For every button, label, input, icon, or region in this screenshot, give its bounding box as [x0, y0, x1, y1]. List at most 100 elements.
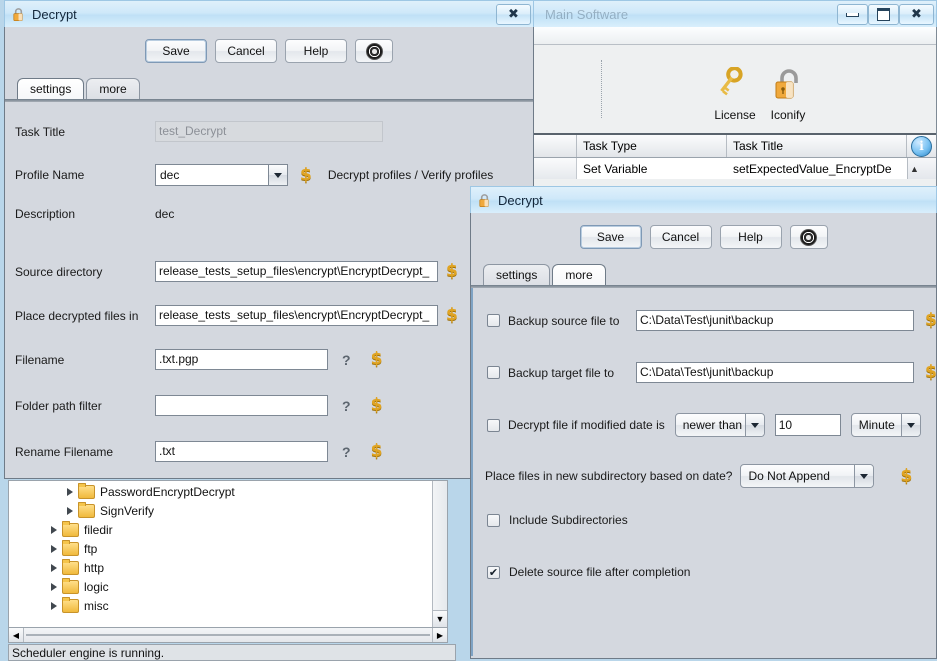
folder-icon: [62, 539, 79, 556]
close-button[interactable]: ✖: [496, 4, 531, 25]
minimize-icon: [846, 12, 859, 17]
save-button[interactable]: Save: [579, 225, 642, 249]
subdirectory-label: Place files in new subdirectory based on…: [485, 469, 733, 483]
task-table-info[interactable]: i: [907, 135, 936, 157]
modified-date-unit-select[interactable]: Minute: [850, 413, 921, 437]
field-profile-name: Profile Name dec $ Decrypt profiles / Ve…: [15, 164, 493, 186]
variable-icon[interactable]: $: [446, 263, 458, 280]
target-button[interactable]: [789, 225, 828, 249]
profile-name-select[interactable]: dec: [155, 164, 288, 186]
chevron-down-icon[interactable]: [744, 414, 764, 436]
variable-icon[interactable]: $: [900, 467, 912, 485]
toolbar-license-button[interactable]: License: [708, 66, 762, 122]
variable-icon[interactable]: $: [925, 364, 937, 381]
source-directory-input[interactable]: _release_tests_setup_files\encrypt\Encry…: [155, 261, 438, 282]
table-row[interactable]: Set Variable setExpectedValue_EncryptDe …: [533, 158, 936, 179]
dialog-settings-titlebar[interactable]: Decrypt ✖: [4, 0, 534, 27]
variable-icon[interactable]: $: [925, 312, 937, 329]
chevron-down-icon[interactable]: [900, 414, 920, 436]
tree-panel: ▼ PasswordEncryptDecrypt SignVerify file…: [8, 480, 456, 661]
backup-source-checkbox[interactable]: [487, 314, 500, 327]
cancel-button[interactable]: Cancel: [649, 225, 712, 249]
close-button[interactable]: ✖: [899, 4, 934, 25]
task-table-col-task-type[interactable]: Task Type: [577, 135, 727, 157]
scrollbar-thumb[interactable]: [26, 634, 430, 636]
list-item[interactable]: SignVerify: [9, 501, 447, 520]
scroll-left-icon[interactable]: ◀: [9, 628, 24, 642]
filename-input[interactable]: .txt.pgp: [155, 349, 328, 370]
chevron-down-icon[interactable]: [268, 165, 287, 185]
subdirectory-value: Do Not Append: [748, 469, 830, 483]
target-icon: [365, 42, 383, 60]
cancel-button[interactable]: Cancel: [215, 39, 277, 63]
tab-settings[interactable]: settings: [17, 78, 85, 99]
field-include-subdirectories[interactable]: Include Subdirectories: [487, 513, 628, 527]
tab-more[interactable]: more: [86, 78, 140, 99]
place-decrypted-input[interactable]: _release_tests_setup_files\encrypt\Encry…: [155, 305, 438, 326]
delete-source-checkbox[interactable]: [487, 565, 500, 579]
subdirectory-select[interactable]: Do Not Append: [740, 464, 875, 488]
save-button[interactable]: Save: [145, 39, 207, 63]
variable-icon[interactable]: $: [371, 397, 383, 414]
help-marker-icon[interactable]: ?: [342, 444, 351, 460]
target-button[interactable]: [355, 39, 393, 63]
list-item[interactable]: ftp: [9, 539, 447, 558]
main-menubar[interactable]: [533, 27, 936, 45]
dialog-more-titlebar[interactable]: Decrypt: [470, 186, 937, 213]
expand-arrow-icon[interactable]: [67, 506, 73, 515]
toolbar-separator: [601, 60, 602, 118]
decrypt-settings-dialog: Decrypt ✖ Save Cancel Help settings more…: [4, 0, 534, 479]
tree-horizontal-scrollbar[interactable]: ◀ ▶: [8, 628, 448, 643]
modified-date-amount-input[interactable]: 10: [774, 414, 841, 436]
settings-form: Task Title test_Decrypt Profile Name dec…: [5, 102, 533, 474]
variable-icon[interactable]: $: [371, 443, 383, 460]
chevron-down-icon[interactable]: [854, 465, 874, 487]
help-button[interactable]: Help: [285, 39, 347, 63]
expand-arrow-icon[interactable]: [67, 487, 73, 496]
help-marker-icon[interactable]: ?: [342, 352, 351, 368]
variable-icon[interactable]: $: [300, 166, 312, 184]
field-task-title: Task Title test_Decrypt: [15, 121, 383, 142]
expand-arrow-icon[interactable]: [51, 563, 57, 572]
task-table-col-index: [533, 135, 577, 157]
tree-vertical-scrollbar[interactable]: ▼: [432, 481, 447, 627]
variable-icon[interactable]: $: [371, 351, 383, 368]
tab-settings[interactable]: settings: [483, 264, 551, 285]
expand-arrow-icon[interactable]: [51, 582, 57, 591]
variable-icon[interactable]: $: [446, 307, 458, 324]
modified-date-comparison-value: newer than: [682, 418, 743, 432]
minimize-button[interactable]: [837, 4, 868, 25]
task-table-col-task-title[interactable]: Task Title: [727, 135, 907, 157]
list-item[interactable]: logic: [9, 577, 447, 596]
expand-arrow-icon[interactable]: [51, 601, 57, 610]
expand-arrow-icon[interactable]: [51, 544, 57, 553]
list-item[interactable]: PasswordEncryptDecrypt: [9, 482, 447, 501]
folder-path-filter-input[interactable]: [155, 395, 328, 416]
help-marker-icon[interactable]: ?: [342, 398, 351, 414]
rename-filename-input[interactable]: .txt: [155, 441, 328, 462]
field-delete-source[interactable]: Delete source file after completion: [487, 565, 690, 579]
table-scroll-up[interactable]: ▲: [907, 158, 936, 179]
field-source-directory: Source directory _release_tests_setup_fi…: [15, 261, 458, 282]
backup-target-checkbox[interactable]: [487, 366, 500, 379]
list-item[interactable]: misc: [9, 596, 447, 615]
field-subdirectory: Place files in new subdirectory based on…: [485, 464, 912, 488]
tab-more[interactable]: more: [552, 264, 606, 285]
close-icon: ✖: [508, 7, 519, 22]
help-button[interactable]: Help: [719, 225, 782, 249]
scroll-right-icon[interactable]: ▶: [432, 628, 447, 642]
include-subdirectories-checkbox[interactable]: [487, 513, 500, 527]
task-tree[interactable]: ▼ PasswordEncryptDecrypt SignVerify file…: [8, 480, 448, 628]
modified-date-comparison-select[interactable]: newer than: [674, 413, 765, 437]
toolbar-iconify-button[interactable]: Iconify: [761, 67, 815, 122]
modified-date-checkbox[interactable]: [487, 418, 500, 432]
expand-arrow-icon[interactable]: [51, 525, 57, 534]
maximize-button[interactable]: [868, 4, 899, 25]
scroll-down-icon[interactable]: ▼: [433, 610, 447, 627]
key-icon: [720, 66, 743, 96]
backup-target-input[interactable]: C:\Data\Test\junit\backup: [636, 362, 914, 383]
list-item[interactable]: http: [9, 558, 447, 577]
main-window-title: Main Software: [545, 6, 629, 22]
backup-source-input[interactable]: C:\Data\Test\junit\backup: [636, 310, 914, 331]
list-item[interactable]: filedir: [9, 520, 447, 539]
